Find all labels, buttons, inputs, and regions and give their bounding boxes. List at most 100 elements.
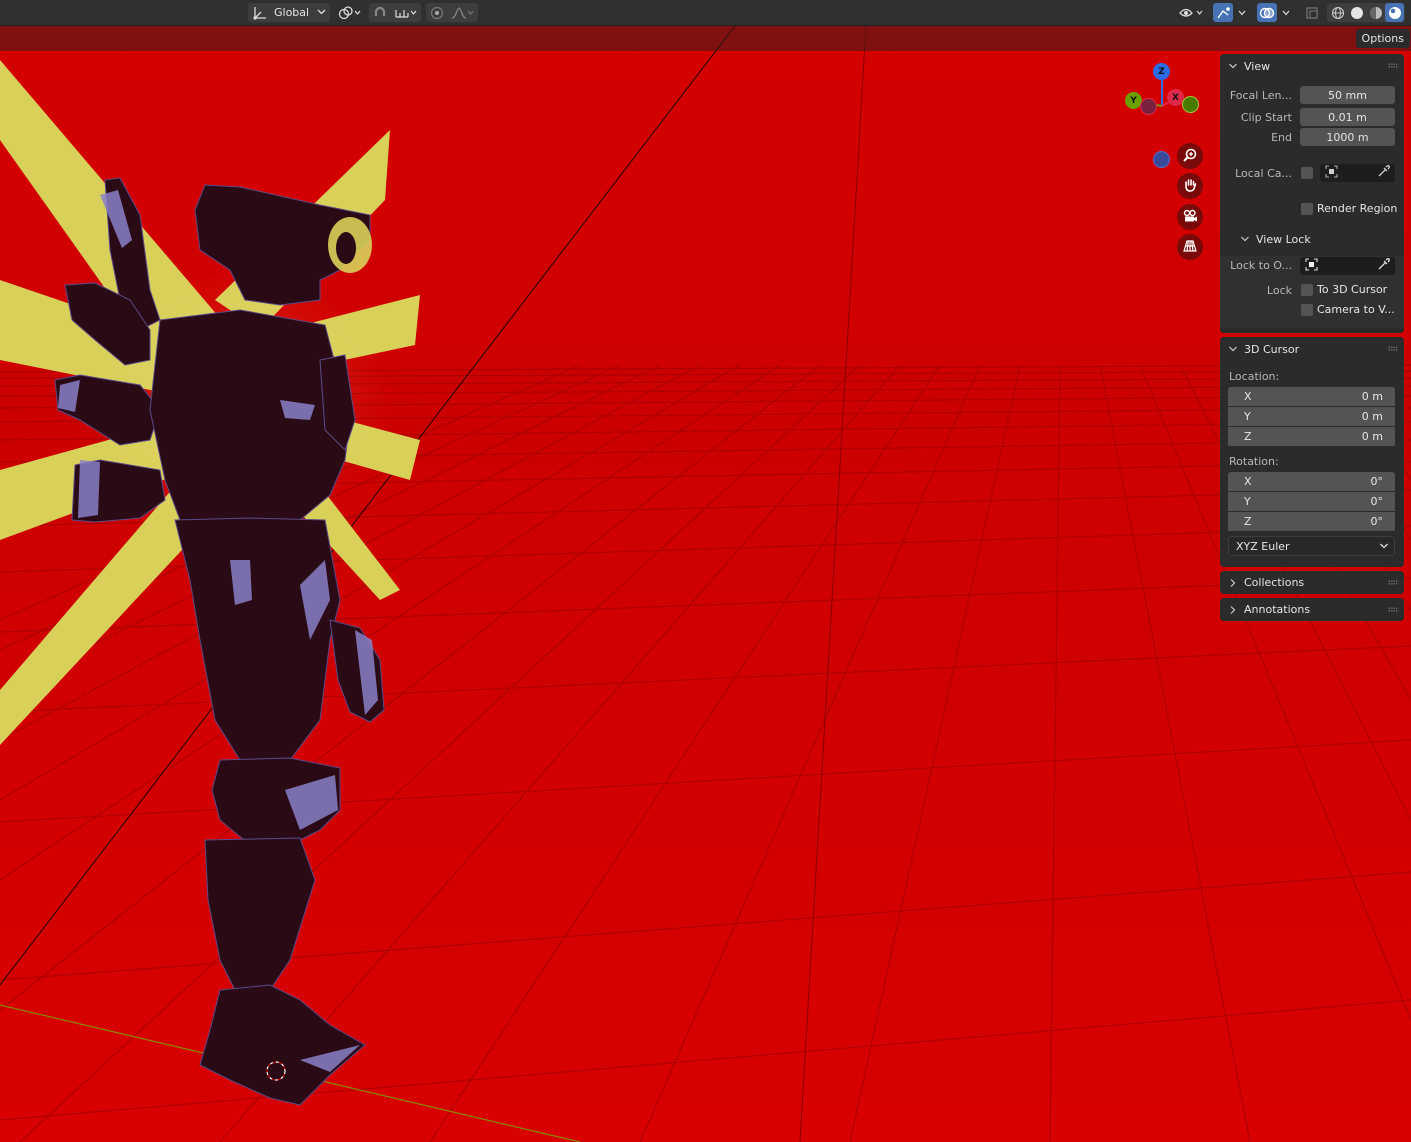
drag-grip-icon[interactable] — [1388, 346, 1398, 351]
eyedropper-icon[interactable] — [1377, 258, 1390, 274]
focal-length-row: Focal Len... 50 mm — [1220, 85, 1404, 105]
gizmo-neg-x-axis[interactable] — [1140, 98, 1157, 115]
falloff-dropdown[interactable] — [449, 3, 477, 22]
collections-panel-title: Collections — [1244, 576, 1305, 589]
viewport-tool-header — [0, 26, 1411, 51]
gizmo-neg-z-axis[interactable] — [1153, 151, 1170, 168]
render-region-label: Render Region — [1317, 202, 1398, 215]
view-panel-title: View — [1244, 59, 1271, 73]
object-icon — [1305, 258, 1318, 274]
gizmo-neg-y-axis[interactable] — [1182, 96, 1199, 113]
chevron-down-icon — [1240, 234, 1252, 244]
drag-grip-icon[interactable] — [1388, 580, 1398, 585]
chevron-down-icon — [1228, 61, 1240, 71]
drag-grip-icon[interactable] — [1388, 607, 1398, 612]
axis-label: X — [1244, 390, 1252, 403]
location-x-value: 0 m — [1361, 390, 1383, 403]
chevron-down-icon — [317, 6, 326, 18]
3d-cursor-panel: 3D Cursor Location: X 0 m Y 0 m Z 0 m Rotat… — [1220, 337, 1404, 567]
chevron-down-icon — [1228, 344, 1240, 354]
transform-orientation-dropdown[interactable]: Global — [248, 3, 330, 22]
snap-target-dropdown[interactable] — [392, 3, 420, 22]
clip-end-field[interactable]: 1000 m — [1300, 128, 1395, 146]
pan-button[interactable] — [1177, 173, 1203, 199]
rotation-x-field[interactable]: X 0° — [1228, 472, 1395, 491]
view-lock-title: View Lock — [1256, 232, 1311, 246]
collections-panel: Collections — [1220, 571, 1404, 594]
hand-pan-icon — [1182, 177, 1198, 196]
rotation-label: Rotation: — [1229, 454, 1279, 468]
local-camera-row: Local Ca... — [1220, 163, 1404, 183]
location-y-field[interactable]: Y 0 m — [1228, 407, 1395, 426]
zoom-icon — [1182, 147, 1198, 166]
snap-magnet-icon — [373, 6, 387, 20]
shading-wireframe-button[interactable] — [1328, 3, 1347, 22]
rotation-x-value: 0° — [1370, 475, 1384, 488]
local-camera-object-field[interactable] — [1320, 164, 1395, 182]
overlays-toggle[interactable] — [1257, 3, 1277, 22]
perspective-grid-icon — [1182, 238, 1198, 257]
axis-label: Y — [1244, 410, 1251, 423]
lock-to-object-label: Lock to O... — [1230, 259, 1292, 272]
camera-view-button[interactable] — [1177, 204, 1203, 230]
collections-panel-header[interactable]: Collections — [1220, 571, 1404, 594]
gizmo-toggle[interactable] — [1213, 3, 1233, 22]
render-region-checkbox[interactable] — [1301, 203, 1313, 215]
gizmo-z-axis[interactable]: Z — [1153, 63, 1170, 80]
axis-label: Z — [1244, 515, 1252, 528]
gizmo-dropdown[interactable] — [1234, 3, 1250, 22]
proportional-editing-icon — [430, 6, 444, 20]
location-vector: X 0 m Y 0 m Z 0 m — [1228, 387, 1395, 447]
rotation-y-value: 0° — [1370, 495, 1384, 508]
xray-icon — [1305, 6, 1319, 20]
clip-start-field[interactable]: 0.01 m — [1300, 108, 1395, 126]
view-panel-header[interactable]: View — [1220, 54, 1404, 78]
location-label: Location: — [1229, 369, 1280, 383]
pivot-point-icon — [338, 5, 362, 20]
chevron-down-icon — [1237, 7, 1247, 19]
clip-start-label: Clip Start — [1240, 111, 1292, 124]
zoom-button[interactable] — [1177, 143, 1203, 169]
chevron-down-icon — [1281, 7, 1291, 19]
viewport-header: Global — [0, 0, 1411, 26]
rotation-z-field[interactable]: Z 0° — [1228, 512, 1395, 531]
location-z-field[interactable]: Z 0 m — [1228, 427, 1395, 446]
perspective-toggle-button[interactable] — [1177, 234, 1203, 260]
rotation-mode-value: XYZ Euler — [1236, 539, 1290, 553]
shading-rendered-button[interactable] — [1385, 3, 1404, 22]
view-lock-subpanel-header[interactable]: View Lock — [1220, 228, 1404, 250]
rotation-vector: X 0° Y 0° Z 0° — [1228, 472, 1395, 532]
focal-length-field[interactable]: 50 mm — [1300, 86, 1395, 104]
clip-end-row: End 1000 m — [1220, 127, 1404, 147]
shading-material-button[interactable] — [1366, 3, 1385, 22]
local-camera-checkbox[interactable] — [1301, 167, 1313, 179]
3d-viewport[interactable]: Options Z Y X — [0, 26, 1411, 1142]
lock-to-object-field[interactable] — [1300, 257, 1395, 275]
eyedropper-icon[interactable] — [1377, 165, 1390, 181]
rotation-z-value: 0° — [1370, 515, 1384, 528]
overlays-dropdown[interactable] — [1278, 3, 1294, 22]
lock-to-3d-cursor-checkbox[interactable] — [1301, 284, 1313, 296]
drag-grip-icon[interactable] — [1388, 63, 1398, 68]
options-button[interactable]: Options — [1355, 29, 1410, 48]
clip-end-label: End — [1271, 131, 1292, 144]
object-visibility-dropdown[interactable] — [1176, 3, 1208, 22]
annotations-panel-header[interactable]: Annotations — [1220, 598, 1404, 621]
sidebar-n-panel: View Focal Len... 50 mm Clip Start 0.01 … — [1220, 54, 1404, 625]
lock-label: Lock — [1266, 284, 1292, 297]
lock-to-cursor-row: Lock To 3D Cursor — [1220, 281, 1404, 301]
rotation-y-field[interactable]: Y 0° — [1228, 492, 1395, 511]
proportional-editing-toggle[interactable] — [427, 3, 447, 22]
annotations-panel: Annotations — [1220, 598, 1404, 621]
pivot-point-dropdown[interactable] — [336, 3, 364, 22]
snap-toggle[interactable] — [370, 3, 390, 22]
3d-cursor-panel-header[interactable]: 3D Cursor — [1220, 337, 1404, 361]
rotation-mode-dropdown[interactable]: XYZ Euler — [1228, 536, 1395, 556]
camera-to-view-checkbox[interactable] — [1301, 304, 1313, 316]
location-x-field[interactable]: X 0 m — [1228, 387, 1395, 406]
xray-toggle[interactable] — [1302, 3, 1322, 22]
falloff-curve-icon — [451, 6, 475, 20]
camera-to-view-label: Camera to V... — [1317, 303, 1395, 316]
local-camera-label: Local Ca... — [1235, 167, 1292, 180]
shading-solid-button[interactable] — [1347, 3, 1366, 22]
